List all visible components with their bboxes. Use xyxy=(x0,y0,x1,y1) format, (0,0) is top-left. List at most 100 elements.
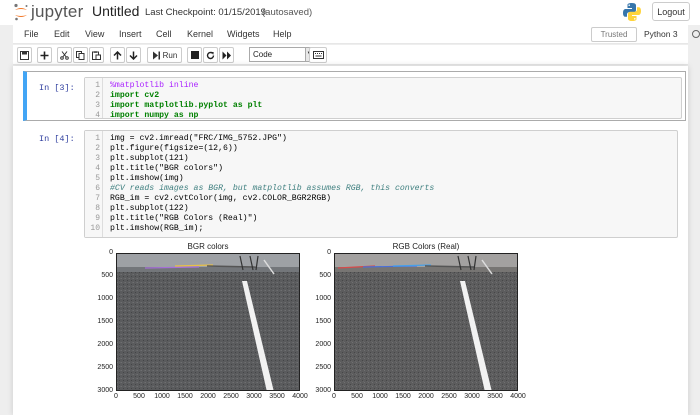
autosave-status: (autosaved) xyxy=(262,7,313,18)
x-tick-label: 2000 xyxy=(200,393,216,400)
floor-photo xyxy=(335,254,517,390)
cell-type-select[interactable]: Code ▼ xyxy=(249,47,314,62)
menu-kernel[interactable]: Kernel xyxy=(187,29,213,39)
menu-edit[interactable]: Edit xyxy=(54,29,70,39)
y-tick-label: 1000 xyxy=(97,295,113,302)
command-palette-button[interactable] xyxy=(309,47,327,63)
x-tick-label: 3500 xyxy=(269,393,285,400)
x-tick-label: 3500 xyxy=(487,393,503,400)
cut-button[interactable] xyxy=(57,47,72,63)
move-down-button[interactable] xyxy=(126,47,141,63)
keyboard-icon xyxy=(312,51,324,59)
x-tick-label: 2000 xyxy=(418,393,434,400)
y-tick-label: 2500 xyxy=(315,364,331,371)
copy-icon xyxy=(76,50,85,60)
y-tick-label: 1500 xyxy=(97,318,113,325)
trusted-indicator[interactable]: Trusted xyxy=(591,27,637,42)
output-image-rgb xyxy=(334,253,518,391)
line-number: 9 xyxy=(95,214,100,223)
x-tick-label: 0 xyxy=(114,393,118,400)
kernel-name: Python 3 xyxy=(644,29,678,39)
floor-photo xyxy=(117,254,299,390)
menu-widgets[interactable]: Widgets xyxy=(227,29,260,39)
code-editor[interactable]: 1 2 3 4 5 6 7 8 9 10 img = cv2.imread("F… xyxy=(84,130,678,238)
code-line: import cv2 xyxy=(110,91,160,100)
header-bar: jupyter Untitled Last Checkpoint: 01/15/… xyxy=(0,0,700,25)
menu-cell[interactable]: Cell xyxy=(156,29,172,39)
move-up-button[interactable] xyxy=(110,47,125,63)
code-line: %matplotlib inline xyxy=(110,81,199,90)
line-number: 4 xyxy=(95,111,100,120)
menu-insert[interactable]: Insert xyxy=(119,29,142,39)
line-number: 2 xyxy=(95,144,100,153)
notebook-container: In [3]: 1 2 3 4 %matplotlib inline impor… xyxy=(13,66,688,415)
line-number: 10 xyxy=(90,224,100,233)
notebook-name[interactable]: Untitled xyxy=(92,3,139,19)
x-tick-label: 1000 xyxy=(372,393,388,400)
x-tick-label: 0 xyxy=(332,393,336,400)
copy-button[interactable] xyxy=(73,47,88,63)
save-icon xyxy=(20,50,29,60)
code-line: plt.subplot(122) xyxy=(110,204,189,213)
x-tick-label: 500 xyxy=(351,393,363,400)
scissors-icon xyxy=(60,50,69,60)
y-tick-label: 2000 xyxy=(97,341,113,348)
line-number: 3 xyxy=(95,154,100,163)
restart-button[interactable] xyxy=(203,47,218,63)
y-tick-label: 2000 xyxy=(315,341,331,348)
menu-help[interactable]: Help xyxy=(273,29,292,39)
cell-output: BGR colors RGB Colors (Real) 0 500 1000 … xyxy=(84,240,678,415)
code-line: plt.figure(figsize=(12,6)) xyxy=(110,144,238,153)
step-forward-icon xyxy=(152,51,160,59)
paste-button[interactable] xyxy=(89,47,104,63)
code-line: plt.title("RGB Colors (Real)") xyxy=(110,214,258,223)
code-line: plt.imshow(img) xyxy=(110,174,184,183)
code-line: import matplotlib.pyplot as plt xyxy=(110,101,263,110)
y-tick-label: 1000 xyxy=(315,295,331,302)
code-line: plt.imshow(RGB_im); xyxy=(110,224,204,233)
code-line: RGB_im = cv2.cvtColor(img, cv2.COLOR_BGR… xyxy=(110,194,332,203)
y-tick-label: 500 xyxy=(319,272,331,279)
cell-prompt: In [4]: xyxy=(39,134,75,144)
line-number: 5 xyxy=(95,174,100,183)
line-number: 4 xyxy=(95,164,100,173)
jupyter-logo[interactable]: jupyter xyxy=(13,2,83,22)
line-number: 7 xyxy=(95,194,100,203)
code-cell-selected[interactable]: In [3]: 1 2 3 4 %matplotlib inline impor… xyxy=(23,71,686,121)
interrupt-button[interactable] xyxy=(187,47,202,63)
x-tick-label: 1000 xyxy=(154,393,170,400)
toolbar: Run Code ▼ xyxy=(13,45,688,65)
line-number: 8 xyxy=(95,204,100,213)
line-number: 6 xyxy=(95,184,100,193)
logout-button[interactable]: Logout xyxy=(652,2,690,21)
code-editor[interactable]: 1 2 3 4 %matplotlib inline import cv2 im… xyxy=(84,77,682,120)
x-tick-label: 4000 xyxy=(292,393,308,400)
restart-run-all-button[interactable] xyxy=(219,47,234,63)
arrow-down-icon xyxy=(129,51,138,60)
python-logo-icon xyxy=(623,3,641,21)
fast-forward-icon xyxy=(222,51,231,59)
run-button[interactable]: Run xyxy=(147,47,182,63)
paste-icon xyxy=(92,50,101,60)
x-tick-label: 3000 xyxy=(464,393,480,400)
jupyter-notebook-window: jupyter Untitled Last Checkpoint: 01/15/… xyxy=(0,0,700,415)
jupyter-logo-icon xyxy=(14,3,28,21)
save-button[interactable] xyxy=(17,47,32,63)
plot-title: RGB Colors (Real) xyxy=(392,242,460,251)
code-line: plt.subplot(121) xyxy=(110,154,189,163)
y-tick-label: 500 xyxy=(101,272,113,279)
insert-cell-button[interactable] xyxy=(37,47,52,63)
cell-prompt: In [3]: xyxy=(39,83,75,93)
menu-file[interactable]: File xyxy=(24,29,39,39)
y-tick-label: 0 xyxy=(109,249,113,256)
menu-view[interactable]: View xyxy=(85,29,104,39)
restart-icon xyxy=(206,51,215,59)
y-tick-label: 0 xyxy=(327,249,331,256)
code-comment: #CV reads images as BGR, but matplotlib … xyxy=(110,184,435,193)
x-tick-label: 2500 xyxy=(441,393,457,400)
menu-bar: File Edit View Insert Cell Kernel Widget… xyxy=(13,25,700,44)
output-image-bgr xyxy=(116,253,300,391)
y-tick-label: 2500 xyxy=(97,364,113,371)
logo-text: jupyter xyxy=(31,2,84,21)
code-cell[interactable]: In [4]: 1 2 3 4 5 6 7 8 9 10 img = cv2.i… xyxy=(23,128,686,415)
